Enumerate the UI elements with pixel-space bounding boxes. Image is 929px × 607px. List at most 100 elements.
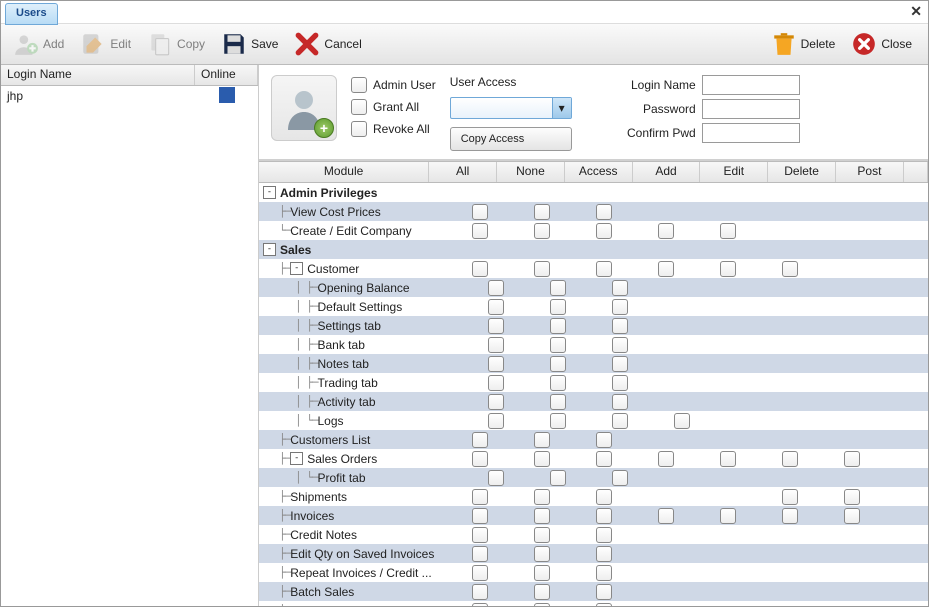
perm-none-checkbox[interactable]: [534, 261, 550, 277]
perm-row[interactable]: │ ├─ Activity tab: [259, 392, 928, 411]
perm-access-checkbox[interactable]: [596, 584, 612, 600]
perm-all-checkbox[interactable]: [472, 527, 488, 543]
perm-row[interactable]: └─ Create / Edit Company: [259, 221, 928, 240]
perm-row[interactable]: │ ├─ Opening Balance: [259, 278, 928, 297]
login-name-input[interactable]: [702, 75, 800, 95]
perm-row[interactable]: ├─ Batch Sales: [259, 582, 928, 601]
perm-edit-checkbox[interactable]: [720, 508, 736, 524]
perm-access-checkbox[interactable]: [612, 413, 628, 429]
perm-none-checkbox[interactable]: [534, 451, 550, 467]
copy-access-button[interactable]: Copy Access: [450, 127, 572, 151]
perm-row[interactable]: ├─ Customers List: [259, 430, 928, 449]
tab-users[interactable]: Users: [5, 3, 58, 25]
perm-all-checkbox[interactable]: [472, 584, 488, 600]
perm-access-checkbox[interactable]: [596, 432, 612, 448]
perm-all-checkbox[interactable]: [472, 489, 488, 505]
perm-access-checkbox[interactable]: [612, 318, 628, 334]
perm-none-checkbox[interactable]: [550, 337, 566, 353]
col-module[interactable]: Module: [259, 162, 429, 182]
col-none[interactable]: None: [497, 162, 565, 182]
perm-post-checkbox[interactable]: [844, 508, 860, 524]
perm-none-checkbox[interactable]: [550, 318, 566, 334]
perm-none-checkbox[interactable]: [534, 223, 550, 239]
expand-toggle[interactable]: -: [263, 243, 276, 256]
perm-none-checkbox[interactable]: [550, 470, 566, 486]
perm-access-checkbox[interactable]: [612, 356, 628, 372]
perm-none-checkbox[interactable]: [550, 375, 566, 391]
perm-access-checkbox[interactable]: [596, 565, 612, 581]
perm-row[interactable]: ├─ -Sales Orders: [259, 449, 928, 468]
perm-row[interactable]: │ ├─ Default Settings: [259, 297, 928, 316]
perm-row[interactable]: -Admin Privileges: [259, 183, 928, 202]
perm-none-checkbox[interactable]: [534, 432, 550, 448]
col-login-name[interactable]: Login Name: [1, 65, 195, 85]
perm-all-checkbox[interactable]: [472, 565, 488, 581]
perm-all-checkbox[interactable]: [472, 204, 488, 220]
cancel-button[interactable]: Cancel: [288, 29, 367, 59]
perm-access-checkbox[interactable]: [596, 261, 612, 277]
perm-row[interactable]: ├─ Credit Notes: [259, 525, 928, 544]
password-input[interactable]: [702, 99, 800, 119]
admin-user-checkbox[interactable]: [351, 77, 367, 93]
perm-access-checkbox[interactable]: [596, 508, 612, 524]
perm-add-checkbox[interactable]: [674, 413, 690, 429]
perm-none-checkbox[interactable]: [534, 527, 550, 543]
confirm-pwd-input[interactable]: [702, 123, 800, 143]
perm-access-checkbox[interactable]: [596, 223, 612, 239]
perm-none-checkbox[interactable]: [534, 508, 550, 524]
perm-delete-checkbox[interactable]: [782, 451, 798, 467]
permissions-rows[interactable]: -Admin Privileges├─ View Cost Prices└─ C…: [259, 183, 928, 607]
perm-none-checkbox[interactable]: [550, 394, 566, 410]
perm-access-checkbox[interactable]: [612, 375, 628, 391]
col-delete[interactable]: Delete: [768, 162, 836, 182]
delete-button[interactable]: Delete: [765, 29, 842, 59]
user-access-combo[interactable]: ▾: [450, 97, 572, 119]
perm-row[interactable]: ├─ Edit Qty on Saved Invoices: [259, 544, 928, 563]
perm-all-checkbox[interactable]: [472, 223, 488, 239]
col-add[interactable]: Add: [633, 162, 701, 182]
perm-row[interactable]: │ └─ Logs: [259, 411, 928, 430]
edit-button[interactable]: Edit: [74, 29, 137, 59]
perm-row[interactable]: │ ├─ Bank tab: [259, 335, 928, 354]
perm-row[interactable]: ├─ Batch Credits: [259, 601, 928, 607]
perm-access-checkbox[interactable]: [596, 451, 612, 467]
perm-edit-checkbox[interactable]: [720, 223, 736, 239]
perm-row[interactable]: -Sales: [259, 240, 928, 259]
expand-toggle[interactable]: -: [290, 262, 303, 275]
perm-row[interactable]: ├─ Shipments: [259, 487, 928, 506]
perm-access-checkbox[interactable]: [612, 337, 628, 353]
perm-all-checkbox[interactable]: [472, 432, 488, 448]
perm-delete-checkbox[interactable]: [782, 508, 798, 524]
perm-all-checkbox[interactable]: [488, 413, 504, 429]
perm-add-checkbox[interactable]: [658, 451, 674, 467]
close-button[interactable]: Close: [845, 29, 918, 59]
perm-none-checkbox[interactable]: [534, 489, 550, 505]
perm-add-checkbox[interactable]: [658, 223, 674, 239]
perm-all-checkbox[interactable]: [472, 451, 488, 467]
perm-edit-checkbox[interactable]: [720, 451, 736, 467]
perm-all-checkbox[interactable]: [472, 603, 488, 607]
expand-toggle[interactable]: -: [290, 452, 303, 465]
col-all[interactable]: All: [429, 162, 497, 182]
perm-post-checkbox[interactable]: [844, 451, 860, 467]
col-edit[interactable]: Edit: [700, 162, 768, 182]
user-row[interactable]: jhp: [1, 86, 258, 106]
perm-access-checkbox[interactable]: [596, 489, 612, 505]
perm-all-checkbox[interactable]: [488, 280, 504, 296]
perm-all-checkbox[interactable]: [488, 394, 504, 410]
perm-all-checkbox[interactable]: [472, 261, 488, 277]
perm-all-checkbox[interactable]: [488, 299, 504, 315]
perm-none-checkbox[interactable]: [534, 204, 550, 220]
copy-button[interactable]: Copy: [141, 29, 211, 59]
perm-add-checkbox[interactable]: [658, 508, 674, 524]
perm-all-checkbox[interactable]: [488, 337, 504, 353]
perm-all-checkbox[interactable]: [472, 508, 488, 524]
perm-row[interactable]: ├─ Repeat Invoices / Credit ...: [259, 563, 928, 582]
perm-all-checkbox[interactable]: [488, 356, 504, 372]
perm-row[interactable]: │ ├─ Notes tab: [259, 354, 928, 373]
perm-access-checkbox[interactable]: [596, 546, 612, 562]
perm-access-checkbox[interactable]: [596, 603, 612, 607]
col-online[interactable]: Online: [195, 65, 258, 85]
perm-none-checkbox[interactable]: [550, 299, 566, 315]
perm-access-checkbox[interactable]: [612, 394, 628, 410]
